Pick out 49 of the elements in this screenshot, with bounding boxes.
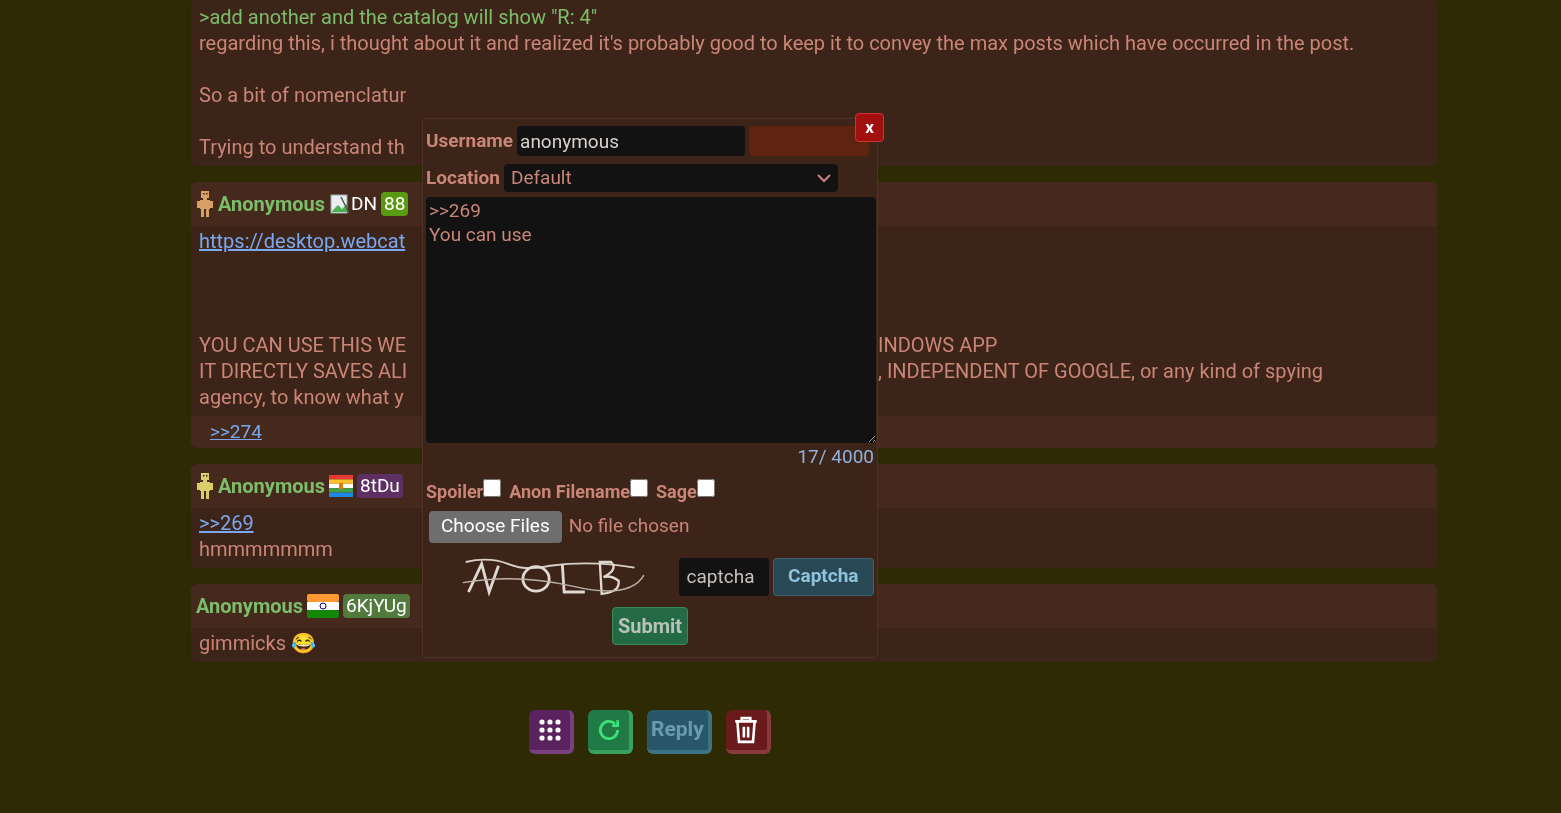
flag-alt-text: DN xyxy=(351,190,378,217)
post-link[interactable]: https://desktop.webcat xyxy=(199,228,406,254)
pixel-figure-icon xyxy=(196,471,214,501)
option-checkbox[interactable] xyxy=(630,479,648,497)
trash-icon xyxy=(733,716,760,744)
post-text: gimmicks 😂 xyxy=(199,630,316,656)
pixel-figure-icon xyxy=(196,189,214,219)
poster-id-badge: 6KjYUg xyxy=(343,594,410,618)
location-label: Location xyxy=(426,164,500,191)
character-counter: 17/ 4000 xyxy=(797,444,874,470)
choose-files-button[interactable]: Choose Files xyxy=(429,510,562,543)
menu-button[interactable] xyxy=(529,710,574,754)
post-text: So a bit of nomenclatur xyxy=(199,82,407,108)
username-field[interactable]: anonymous xyxy=(517,126,746,156)
message-field[interactable]: >>269 You can use xyxy=(426,197,876,443)
option-label: Anon Filename xyxy=(509,479,630,504)
flag-icon xyxy=(307,594,339,618)
option-checkbox[interactable] xyxy=(696,479,715,497)
grid-icon xyxy=(537,718,562,742)
username-label: Username xyxy=(426,127,514,154)
refresh-button[interactable] xyxy=(588,710,633,754)
captcha-field[interactable]: captcha xyxy=(678,557,769,596)
post-text: , INDEPENDENT OF GOOGLE, or any kind of spying xyxy=(878,358,1324,384)
broken-image-icon xyxy=(329,193,351,215)
quote-text: >add another and the catalog will show "R: 4" xyxy=(199,4,598,30)
poster-id-badge: 8tDu xyxy=(357,474,403,498)
submit-button[interactable]: Submit xyxy=(611,606,689,645)
poster-name: Anonymous xyxy=(218,191,325,218)
post-text: YOU CAN USE THIS WE xyxy=(199,332,407,358)
reply-link[interactable]: >>274 xyxy=(210,417,262,447)
captcha-button[interactable]: Captcha xyxy=(772,557,874,596)
option-label: Sage xyxy=(656,479,697,504)
poster-name: Anonymous xyxy=(218,473,325,500)
poster-name: Anonymous xyxy=(196,593,303,620)
poster-id-badge: 88 xyxy=(381,192,409,216)
location-select[interactable]: Default xyxy=(503,164,838,192)
post-text: IT DIRECTLY SAVES ALI xyxy=(199,358,408,384)
delete-button[interactable] xyxy=(725,710,771,754)
option-label: Spoiler xyxy=(426,479,484,504)
option-checkbox[interactable] xyxy=(483,479,502,497)
post-text: regarding this, i thought about it and realized it's probably good to keep it to convey the max posts which have occurred in the post. xyxy=(199,30,1355,56)
post-text: hmmmmmmm xyxy=(199,536,333,562)
flag-icon xyxy=(329,474,353,498)
post-text: Trying to understand th xyxy=(199,134,405,160)
post-text: INDOWS APP xyxy=(878,332,998,358)
file-status-text: No file chosen xyxy=(568,513,690,540)
chevron-down-icon xyxy=(816,173,831,183)
post-text: agency, to know what y xyxy=(199,384,404,410)
post-link[interactable]: >>269 xyxy=(199,510,254,536)
